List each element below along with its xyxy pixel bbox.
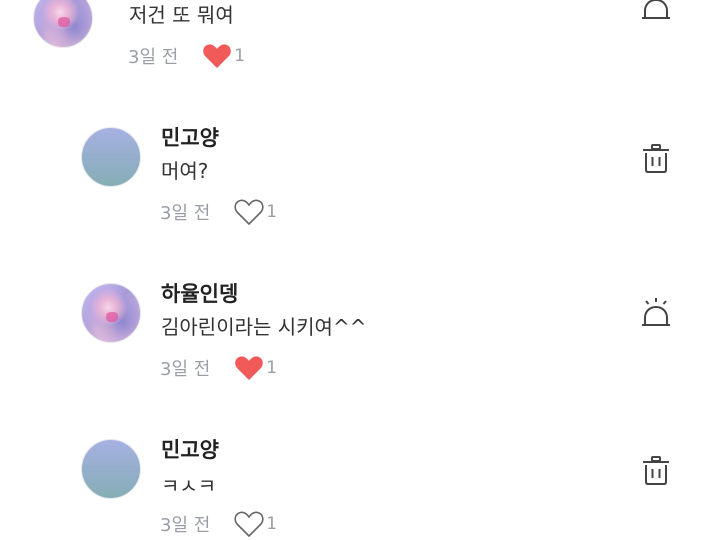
delete-button[interactable] [639, 141, 673, 175]
like-count: 1 [266, 358, 278, 378]
like-button[interactable]: 1 [234, 198, 277, 226]
avatar[interactable] [33, 0, 93, 48]
like-count: 1 [266, 514, 278, 534]
comment-text: ㅋㅅㅋ [161, 474, 217, 498]
comment-time: 3일 전 [160, 359, 211, 380]
comment-text: 김아린이라는 시키여^^ [161, 315, 367, 339]
report-icon [639, 0, 673, 24]
heart-filled-icon [234, 354, 264, 382]
like-button[interactable]: 1 [202, 42, 245, 70]
comment-text: 저건 또 뭐여 [129, 3, 234, 27]
like-button[interactable]: 1 [234, 510, 277, 538]
like-count: 1 [234, 46, 246, 66]
trash-icon [639, 141, 673, 175]
comment-time: 3일 전 [128, 47, 179, 68]
heart-outline-icon [234, 510, 264, 538]
comment-meta: 3일 전 1 [160, 354, 277, 382]
comment-author[interactable]: 하율인뎅 [161, 282, 238, 306]
trash-icon [639, 453, 673, 487]
like-button[interactable]: 1 [234, 354, 277, 382]
comment-meta: 3일 전 1 [160, 198, 277, 226]
avatar[interactable] [81, 439, 141, 499]
avatar[interactable] [81, 127, 141, 187]
comment-meta: 3일 전 1 [160, 510, 277, 538]
avatar[interactable] [81, 283, 141, 343]
comment-author[interactable]: 민고양 [161, 438, 219, 462]
like-count: 1 [266, 202, 278, 222]
report-button[interactable] [639, 0, 673, 24]
delete-button[interactable] [639, 453, 673, 487]
comment-author[interactable]: 민고양 [161, 126, 219, 150]
comment-time: 3일 전 [160, 515, 211, 536]
comment-time: 3일 전 [160, 203, 211, 224]
comment-text: 머여? [161, 159, 209, 183]
report-icon [639, 297, 673, 331]
heart-filled-icon [202, 42, 232, 70]
comment-meta: 3일 전 1 [128, 42, 245, 70]
heart-outline-icon [234, 198, 264, 226]
report-button[interactable] [639, 297, 673, 331]
